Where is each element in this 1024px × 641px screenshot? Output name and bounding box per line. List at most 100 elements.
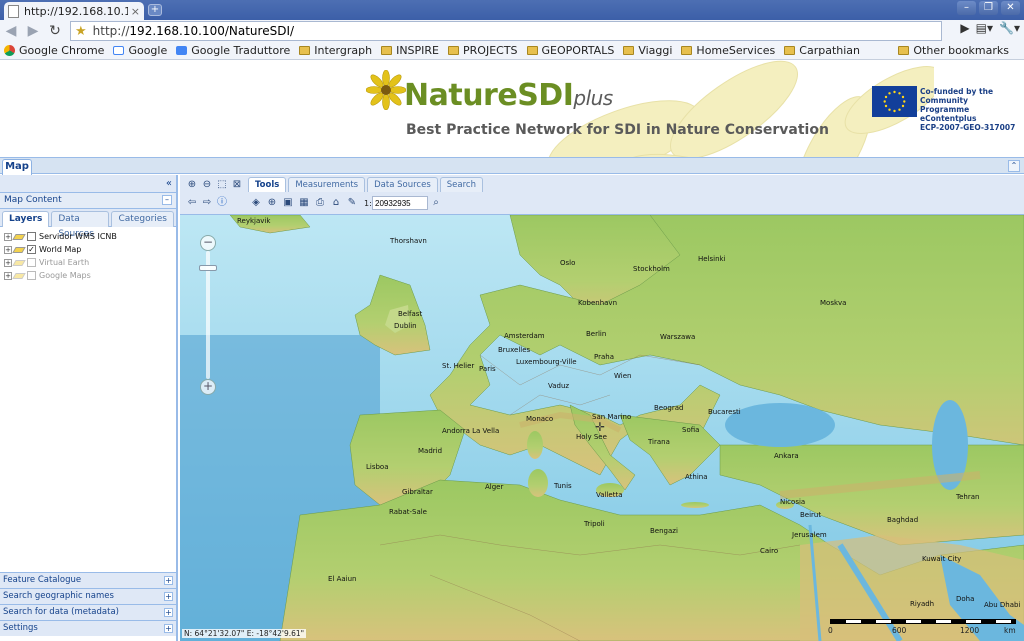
new-tab-button[interactable]: +: [148, 4, 162, 16]
zoom-out-map-icon[interactable]: −: [200, 235, 216, 251]
expand-icon[interactable]: +: [164, 576, 173, 585]
place-label: Nicosia: [780, 498, 806, 506]
previous-view-icon[interactable]: ⇦: [186, 197, 198, 209]
tab-map[interactable]: Map: [2, 159, 32, 175]
eu-flag-icon: [872, 86, 917, 117]
browser-tab[interactable]: http://192.168.10.1... ×: [4, 2, 144, 20]
collapse-header-icon[interactable]: ⌃: [1008, 160, 1020, 172]
search-icon[interactable]: ⌕: [430, 197, 442, 209]
wrench-icon[interactable]: 🔧▾: [999, 21, 1020, 35]
bookmark-intergraph[interactable]: Intergraph: [299, 44, 372, 57]
place-label: Kuwait City: [922, 555, 962, 563]
scale-input[interactable]: [372, 196, 428, 210]
expand-icon[interactable]: +: [4, 232, 12, 241]
zoom-handle[interactable]: [199, 265, 217, 271]
bookmark-geoportals[interactable]: GEOPORTALS: [526, 44, 614, 57]
tab-search[interactable]: Search: [439, 177, 483, 192]
expand-icon[interactable]: +: [164, 608, 173, 617]
map-view[interactable]: − + ✛ Reykjavik Thorshavn Oslo Helsinki …: [180, 215, 1024, 641]
home-icon[interactable]: ⌂: [330, 197, 342, 209]
bookmark-carpathian[interactable]: Carpathian: [784, 44, 860, 57]
accordion-search-metadata[interactable]: Search for data (metadata) +: [0, 604, 176, 620]
place-label: Ankara: [774, 452, 799, 460]
place-label: Valletta: [596, 491, 623, 499]
info-icon[interactable]: ⓘ: [216, 197, 228, 209]
address-bar[interactable]: ★ http://192.168.10.100/NatureSDI/: [70, 21, 942, 41]
reload-icon[interactable]: ↻: [44, 21, 66, 41]
place-label: Vaduz: [548, 382, 570, 390]
accordion-search-geographic-names[interactable]: Search geographic names +: [0, 588, 176, 604]
zoom-scale-icon[interactable]: ⊕: [266, 197, 278, 209]
place-label: Sofia: [682, 426, 700, 434]
tab-categories[interactable]: Categories: [111, 211, 174, 227]
zoom-in-icon[interactable]: ⊕: [186, 179, 198, 191]
place-label: Tehran: [956, 493, 980, 501]
place-label: Jerusalem: [792, 531, 827, 539]
tab-measurements[interactable]: Measurements: [288, 177, 366, 192]
tab-tools[interactable]: Tools: [248, 177, 287, 192]
bookmark-google-traduttore[interactable]: Google Traduttore: [176, 44, 290, 57]
eu-cofunding-text: Co-funded by the Community Programme eCo…: [920, 87, 1016, 132]
accordion-feature-catalogue[interactable]: Feature Catalogue +: [0, 572, 176, 588]
scale-bar-graphic: [830, 619, 1016, 624]
accordion-settings[interactable]: Settings +: [0, 620, 176, 636]
place-label: Luxembourg-Ville: [516, 358, 577, 366]
expand-icon[interactable]: +: [4, 258, 12, 267]
fill-icon[interactable]: ◈: [250, 197, 262, 209]
bookmark-google[interactable]: Google: [113, 44, 167, 57]
folder-icon: [381, 46, 393, 55]
close-window-button[interactable]: ✕: [1001, 1, 1020, 15]
forward-icon[interactable]: ▶: [22, 21, 44, 41]
toolbar-actions: ▶ ▤▾ 🔧▾: [960, 21, 1020, 35]
go-icon[interactable]: ▶: [960, 21, 969, 35]
layer-google-maps[interactable]: + Google Maps: [4, 269, 176, 282]
next-view-icon[interactable]: ⇨: [201, 197, 213, 209]
maximize-button[interactable]: ❐: [979, 1, 998, 15]
layer-world-map[interactable]: + ✓ World Map: [4, 243, 176, 256]
expand-icon[interactable]: +: [4, 271, 12, 280]
expand-icon[interactable]: +: [164, 592, 173, 601]
tab-data-sources[interactable]: Data Sources: [367, 177, 438, 192]
window-controls: – ❐ ✕: [957, 1, 1020, 15]
bookmark-inspire[interactable]: INSPIRE: [381, 44, 439, 57]
close-tab-icon[interactable]: ×: [131, 5, 140, 18]
expand-icon[interactable]: +: [4, 245, 12, 254]
place-label: Kobenhavn: [578, 299, 618, 307]
bookmark-viaggi[interactable]: Viaggi: [623, 44, 672, 57]
folder-icon: [526, 46, 538, 55]
brand-name: NatureSDIplus: [404, 78, 613, 113]
other-bookmarks[interactable]: Other bookmarks: [898, 44, 1009, 57]
layer-checkbox[interactable]: ✓: [27, 245, 36, 254]
tab-data-sources[interactable]: Data Sources: [51, 211, 110, 239]
collapse-panel-icon[interactable]: –: [162, 195, 172, 205]
edit-icon[interactable]: ✎: [346, 197, 358, 209]
zoom-out-icon[interactable]: ⊖: [201, 179, 213, 191]
map-toolbar: ⊕ ⊖ ⬚ ⊠ ⇦ ⇨ ⓘ Tools Measurements Data So…: [180, 175, 1024, 215]
zoom-box-icon[interactable]: ⬚: [216, 179, 228, 191]
place-label: San Marino: [592, 413, 632, 421]
table-icon[interactable]: ▦: [298, 197, 310, 209]
minimize-button[interactable]: –: [957, 1, 976, 15]
place-label: Amsterdam: [504, 332, 545, 340]
zoom-extent-icon[interactable]: ⊠: [231, 179, 243, 191]
bookmark-homeservices[interactable]: HomeServices: [681, 44, 775, 57]
tab-layers[interactable]: Layers: [2, 211, 50, 227]
bookmark-projects[interactable]: PROJECTS: [448, 44, 518, 57]
save-icon[interactable]: ▣: [282, 197, 294, 209]
collapse-sidebar-icon[interactable]: «: [166, 178, 172, 189]
layer-virtual-earth[interactable]: + Virtual Earth: [4, 256, 176, 269]
bookmark-google-chrome[interactable]: Google Chrome: [4, 44, 104, 57]
layer-checkbox[interactable]: [27, 271, 36, 280]
back-icon[interactable]: ◀: [0, 21, 22, 41]
zoom-in-map-icon[interactable]: +: [200, 379, 216, 395]
page-icon: [8, 4, 19, 18]
expand-icon[interactable]: +: [164, 624, 173, 633]
scale-prefix: 1:: [364, 199, 372, 208]
layer-checkbox[interactable]: [27, 258, 36, 267]
zoom-slider[interactable]: − +: [199, 235, 217, 395]
bookmark-star-icon[interactable]: ★: [75, 24, 87, 39]
layer-checkbox[interactable]: [27, 232, 36, 241]
print-icon[interactable]: ⎙: [314, 197, 326, 209]
place-label: Dublin: [394, 322, 417, 330]
page-menu-icon[interactable]: ▤▾: [976, 21, 993, 35]
